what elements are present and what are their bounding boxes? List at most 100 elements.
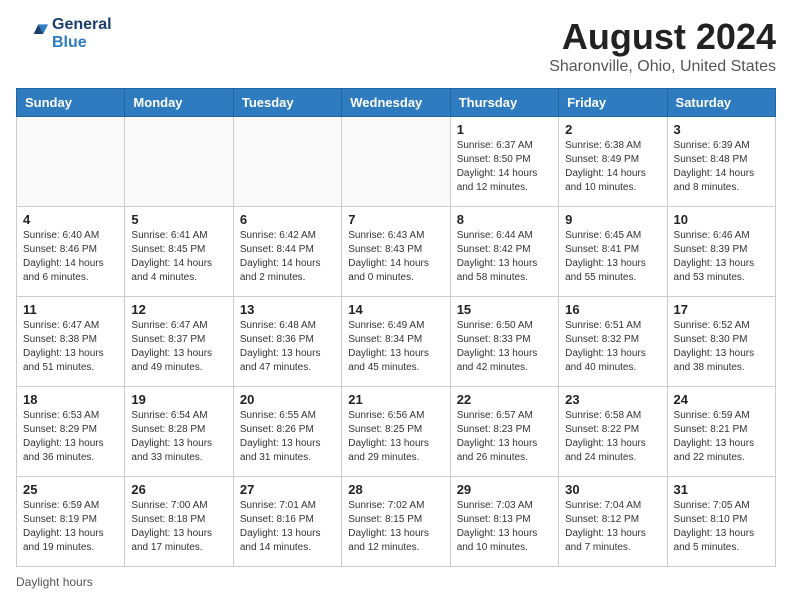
- calendar-cell: 10Sunrise: 6:46 AMSunset: 8:39 PMDayligh…: [667, 207, 775, 297]
- day-info: Sunrise: 6:42 AMSunset: 8:44 PMDaylight:…: [240, 229, 335, 285]
- calendar: SundayMondayTuesdayWednesdayThursdayFrid…: [16, 88, 776, 567]
- calendar-cell: [233, 117, 341, 207]
- day-number: 24: [674, 392, 769, 407]
- day-number: 6: [240, 212, 335, 227]
- day-info: Sunrise: 6:58 AMSunset: 8:22 PMDaylight:…: [565, 409, 660, 465]
- day-info: Sunrise: 7:04 AMSunset: 8:12 PMDaylight:…: [565, 499, 660, 555]
- day-info: Sunrise: 6:40 AMSunset: 8:46 PMDaylight:…: [23, 229, 118, 285]
- calendar-cell: [125, 117, 233, 207]
- calendar-cell: 15 Sunrise: 6:50 AMSunset: 8:33 PMDayligh…: [450, 297, 558, 387]
- calendar-cell: 14 Sunrise: 6:49 AMSunset: 8:34 PMDayligh…: [342, 297, 450, 387]
- calendar-cell: 7Sunrise: 6:43 AMSunset: 8:43 PMDaylight…: [342, 207, 450, 297]
- day-number: 28: [348, 482, 443, 497]
- day-number: 20: [240, 392, 335, 407]
- week-row-2: 4 Sunrise: 6:40 AMSunset: 8:46 PMDaylight…: [17, 207, 776, 297]
- calendar-cell: 1 Sunrise: 6:37 AMSunset: 8:50 PMDaylight…: [450, 117, 558, 207]
- calendar-cell: 17 Sunrise: 6:52 AMSunset: 8:30 PMDayligh…: [667, 297, 775, 387]
- day-info: Sunrise: 7:00 AMSunset: 8:18 PMDaylight:…: [131, 499, 226, 555]
- day-info: Sunrise: 6:47 AMSunset: 8:37 PMDaylight:…: [131, 319, 226, 375]
- calendar-cell: 18 Sunrise: 6:53 AMSunset: 8:29 PMDayligh…: [17, 387, 125, 477]
- calendar-cell: 24Sunrise: 6:59 AMSunset: 8:21 PMDayligh…: [667, 387, 775, 477]
- weekday-header-sunday: Sunday: [17, 89, 125, 117]
- calendar-cell: 4 Sunrise: 6:40 AMSunset: 8:46 PMDaylight…: [17, 207, 125, 297]
- calendar-cell: 25Sunrise: 6:59 AMSunset: 8:19 PMDayligh…: [17, 477, 125, 567]
- calendar-cell: 26 Sunrise: 7:00 AMSunset: 8:18 PMDayligh…: [125, 477, 233, 567]
- day-info: Sunrise: 7:02 AMSunset: 8:15 PMDaylight:…: [348, 499, 443, 555]
- day-number: 17: [674, 302, 769, 317]
- title-area: August 2024 Sharonville, Ohio, United St…: [549, 16, 776, 76]
- day-number: 1: [457, 122, 552, 137]
- calendar-cell: 6 Sunrise: 6:42 AMSunset: 8:44 PMDaylight…: [233, 207, 341, 297]
- weekday-header-thursday: Thursday: [450, 89, 558, 117]
- calendar-cell: 5 Sunrise: 6:41 AMSunset: 8:45 PMDaylight…: [125, 207, 233, 297]
- calendar-cell: [342, 117, 450, 207]
- day-info: Sunrise: 6:37 AMSunset: 8:50 PMDaylight:…: [457, 139, 552, 195]
- calendar-cell: 3Sunrise: 6:39 AMSunset: 8:48 PMDaylight…: [667, 117, 775, 207]
- day-number: 31: [674, 482, 769, 497]
- day-number: 9: [565, 212, 660, 227]
- day-info: Sunrise: 6:52 AMSunset: 8:30 PMDaylight:…: [674, 319, 769, 375]
- day-number: 22: [457, 392, 552, 407]
- weekday-header-monday: Monday: [125, 89, 233, 117]
- calendar-cell: 13 Sunrise: 6:48 AMSunset: 8:36 PMDayligh…: [233, 297, 341, 387]
- day-number: 13: [240, 302, 335, 317]
- day-info: Sunrise: 6:46 AMSunset: 8:39 PMDaylight:…: [674, 229, 769, 285]
- header: General Blue August 2024 Sharonville, Oh…: [16, 16, 776, 76]
- day-info: Sunrise: 6:45 AMSunset: 8:41 PMDaylight:…: [565, 229, 660, 285]
- day-number: 19: [131, 392, 226, 407]
- logo-text-blue: Blue: [52, 34, 112, 52]
- day-info: Sunrise: 6:51 AMSunset: 8:32 PMDaylight:…: [565, 319, 660, 375]
- day-number: 8: [457, 212, 552, 227]
- subtitle: Sharonville, Ohio, United States: [549, 58, 776, 76]
- calendar-cell: 9 Sunrise: 6:45 AMSunset: 8:41 PMDaylight…: [559, 207, 667, 297]
- main-title: August 2024: [549, 16, 776, 58]
- weekday-header-row: SundayMondayTuesdayWednesdayThursdayFrid…: [17, 89, 776, 117]
- day-number: 16: [565, 302, 660, 317]
- day-info: Sunrise: 6:56 AMSunset: 8:25 PMDaylight:…: [348, 409, 443, 465]
- calendar-cell: 19 Sunrise: 6:54 AMSunset: 8:28 PMDayligh…: [125, 387, 233, 477]
- day-info: Sunrise: 6:48 AMSunset: 8:36 PMDaylight:…: [240, 319, 335, 375]
- day-number: 15: [457, 302, 552, 317]
- calendar-cell: 31 Sunrise: 7:05 AMSunset: 8:10 PMDayligh…: [667, 477, 775, 567]
- day-info: Sunrise: 7:03 AMSunset: 8:13 PMDaylight:…: [457, 499, 552, 555]
- day-number: 27: [240, 482, 335, 497]
- calendar-cell: 29 Sunrise: 7:03 AMSunset: 8:13 PMDayligh…: [450, 477, 558, 567]
- weekday-header-friday: Friday: [559, 89, 667, 117]
- logo-icon: [16, 18, 48, 50]
- day-info: Sunrise: 7:01 AMSunset: 8:16 PMDaylight:…: [240, 499, 335, 555]
- logo-text-general: General: [52, 16, 112, 34]
- calendar-cell: 27 Sunrise: 7:01 AMSunset: 8:16 PMDayligh…: [233, 477, 341, 567]
- day-number: 18: [23, 392, 118, 407]
- day-number: 4: [23, 212, 118, 227]
- calendar-cell: 23 Sunrise: 6:58 AMSunset: 8:22 PMDayligh…: [559, 387, 667, 477]
- day-info: Sunrise: 6:39 AMSunset: 8:48 PMDaylight:…: [674, 139, 769, 195]
- day-number: 11: [23, 302, 118, 317]
- week-row-5: 25Sunrise: 6:59 AMSunset: 8:19 PMDayligh…: [17, 477, 776, 567]
- day-info: Sunrise: 6:53 AMSunset: 8:29 PMDaylight:…: [23, 409, 118, 465]
- day-number: 23: [565, 392, 660, 407]
- day-info: Sunrise: 7:05 AMSunset: 8:10 PMDaylight:…: [674, 499, 769, 555]
- calendar-cell: 16 Sunrise: 6:51 AMSunset: 8:32 PMDayligh…: [559, 297, 667, 387]
- logo: General Blue: [16, 16, 112, 52]
- day-info: Sunrise: 6:55 AMSunset: 8:26 PMDaylight:…: [240, 409, 335, 465]
- calendar-cell: 30Sunrise: 7:04 AMSunset: 8:12 PMDayligh…: [559, 477, 667, 567]
- day-number: 21: [348, 392, 443, 407]
- weekday-header-saturday: Saturday: [667, 89, 775, 117]
- calendar-cell: 22Sunrise: 6:57 AMSunset: 8:23 PMDayligh…: [450, 387, 558, 477]
- day-info: Sunrise: 6:41 AMSunset: 8:45 PMDaylight:…: [131, 229, 226, 285]
- day-info: Sunrise: 6:49 AMSunset: 8:34 PMDaylight:…: [348, 319, 443, 375]
- calendar-cell: 12Sunrise: 6:47 AMSunset: 8:37 PMDayligh…: [125, 297, 233, 387]
- footer-note: Daylight hours: [16, 575, 776, 589]
- day-info: Sunrise: 6:38 AMSunset: 8:49 PMDaylight:…: [565, 139, 660, 195]
- day-number: 5: [131, 212, 226, 227]
- weekday-header-wednesday: Wednesday: [342, 89, 450, 117]
- day-number: 25: [23, 482, 118, 497]
- weekday-header-tuesday: Tuesday: [233, 89, 341, 117]
- day-number: 29: [457, 482, 552, 497]
- day-number: 14: [348, 302, 443, 317]
- day-info: Sunrise: 6:44 AMSunset: 8:42 PMDaylight:…: [457, 229, 552, 285]
- day-info: Sunrise: 6:54 AMSunset: 8:28 PMDaylight:…: [131, 409, 226, 465]
- day-number: 26: [131, 482, 226, 497]
- day-number: 7: [348, 212, 443, 227]
- day-info: Sunrise: 6:50 AMSunset: 8:33 PMDaylight:…: [457, 319, 552, 375]
